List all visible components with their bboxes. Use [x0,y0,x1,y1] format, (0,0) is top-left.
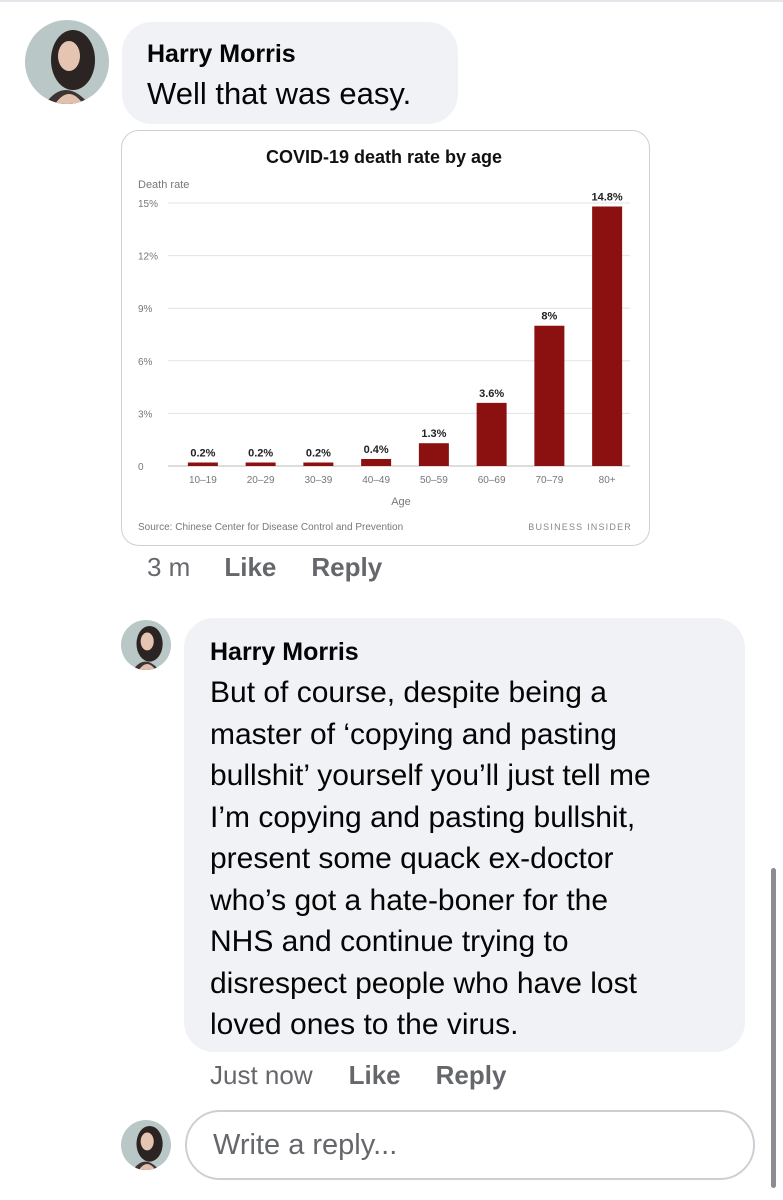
comment-author[interactable]: Harry Morris [210,638,359,667]
chart-brand: BUSINESS INSIDER [528,522,632,532]
y-tick-label: 0 [138,462,144,473]
comment-author[interactable]: Harry Morris [147,40,296,69]
data-label: 1.3% [421,428,446,440]
x-tick-label: 70–79 [535,475,563,486]
like-button[interactable]: Like [224,552,276,583]
y-tick-label: 3% [138,409,153,420]
chart-bar [418,443,449,466]
y-tick-label: 12% [138,252,158,263]
data-label: 8% [541,311,557,323]
chart-title: COVID-19 death rate by age [266,147,502,167]
chart-bar [361,458,392,466]
comment-text-line: But of course, despite being a [210,676,607,709]
chart-bar [245,462,276,466]
bar-chart: COVID-19 death rate by age Death rate 0 3… [138,147,632,533]
scrollbar[interactable] [771,868,776,1188]
x-tick-label: 60–69 [478,475,506,486]
data-label: 0.2% [248,447,273,459]
chart-image[interactable]: COVID-19 death rate by age Death rate 0 3… [121,130,650,546]
comment-actions: 3 m Like Reply [147,552,382,583]
y-tick-label: 9% [138,304,153,315]
avatar-image [121,620,171,670]
x-tick-label: 40–49 [362,475,390,486]
x-tick-label: 50–59 [420,475,448,486]
y-tick-label: 15% [138,199,158,210]
comment-text-line: who’s got a hate-boner for the [210,883,609,917]
avatar[interactable] [121,620,171,670]
comment-text-line: NHS and continue trying to [210,925,569,958]
reply-composer[interactable] [185,1110,755,1180]
reply-input[interactable] [211,1127,735,1163]
comment-text: But of course, despite being a master of… [210,672,651,1046]
avatar-image [121,1120,171,1170]
x-tick-label: 20–29 [247,475,275,486]
comment-text-line: disrespect people who have lost [210,966,637,1000]
avatar[interactable] [121,1120,171,1170]
chart-bar [592,206,623,467]
chart-bar [187,462,218,466]
comment-bubble: Harry Morris But of course, despite bein… [184,618,745,1052]
top-divider [0,0,783,2]
y-tick-label: 6% [138,357,153,368]
x-tick-label: 80+ [599,475,616,486]
comment-text-line: loved ones to the virus. [210,1008,519,1041]
comment-actions: Just now Like Reply [210,1060,506,1091]
chart-bar [303,462,334,466]
x-tick-label: 10–19 [189,475,217,486]
comment-text-line: bullshit’ yourself you’ll just tell me [210,759,651,792]
data-label: 0.4% [364,444,389,456]
comment-time[interactable]: 3 m [147,552,190,583]
data-label: 0.2% [306,447,331,459]
data-label: 0.2% [190,447,215,459]
chart-bar [476,402,507,466]
avatar-image [25,20,109,104]
chart-bar [534,325,565,466]
avatar[interactable] [25,20,109,104]
y-axis-label: Death rate [138,179,189,191]
like-button[interactable]: Like [349,1060,401,1091]
data-label: 3.6% [479,388,504,400]
comment-time[interactable]: Just now [210,1060,313,1091]
reply-button[interactable]: Reply [436,1060,507,1091]
reply-button[interactable]: Reply [311,552,382,583]
comment-text-line: I’m copying and pasting bullshit, [210,800,636,834]
x-axis-label: Age [391,496,411,508]
comment-text-line: master of ‘copying and pasting [210,717,617,751]
data-label: 14.8% [592,192,623,204]
chart-source: Source: Chinese Center for Disease Contr… [138,522,403,533]
comment-text: Well that was easy. [147,76,412,111]
comment-bubble: Harry Morris Well that was easy. [122,22,458,124]
comment-text-line: present some quack ex-doctor [210,842,614,875]
x-tick-label: 30–39 [304,475,332,486]
